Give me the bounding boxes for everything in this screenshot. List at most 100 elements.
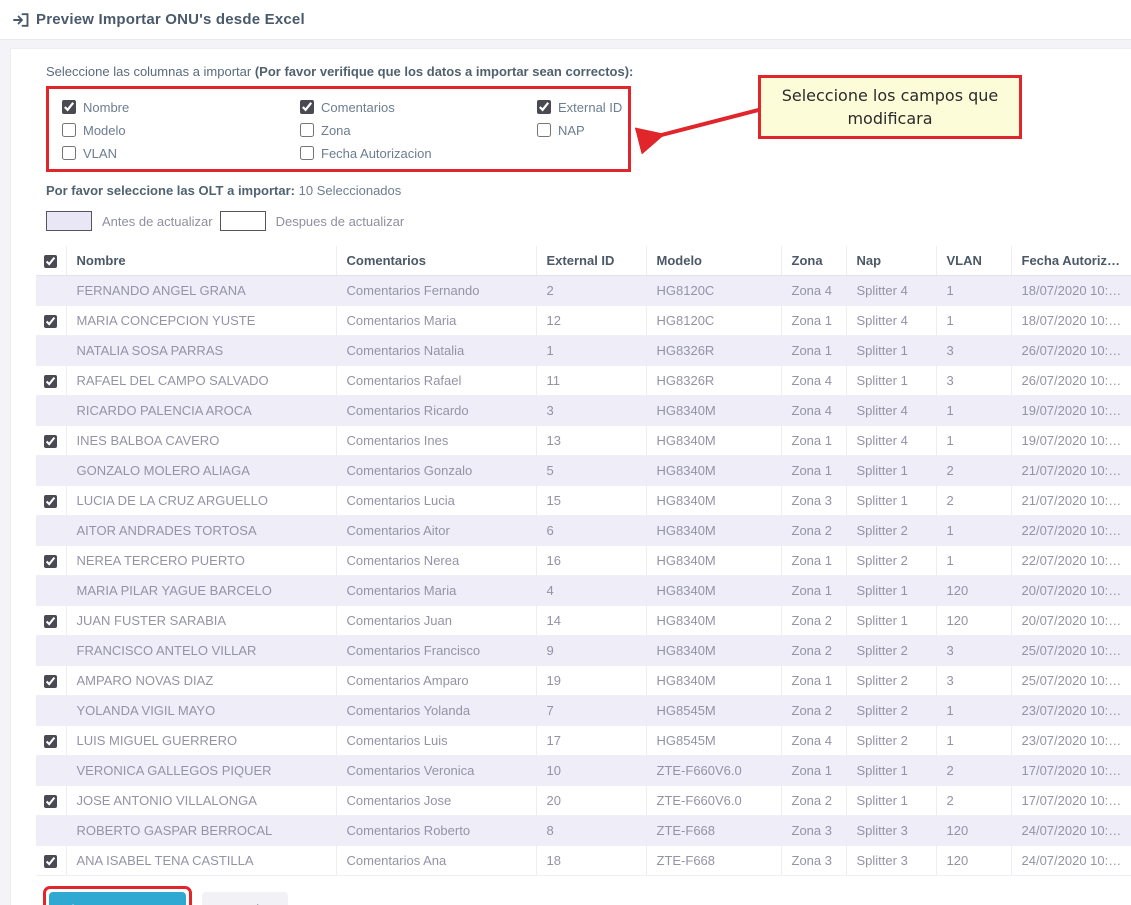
cell-comentarios: Comentarios Roberto [336, 816, 536, 846]
cell-nap: Splitter 1 [846, 456, 936, 486]
column-checkbox-zona[interactable]: Zona [300, 121, 537, 139]
row-checkbox[interactable] [44, 615, 57, 628]
row-select-cell [36, 336, 66, 366]
cell-comentarios: Comentarios Ines [336, 426, 536, 456]
table-row: VERONICA GALLEGOS PIQUERComentarios Vero… [36, 756, 1131, 786]
cell-fecha: 23/07/2020 10:32 [1011, 726, 1131, 756]
row-checkbox[interactable] [44, 435, 57, 448]
cancel-button[interactable]: Cancelar [202, 892, 288, 905]
cell-fecha: 24/07/2020 10:32 [1011, 816, 1131, 846]
content-card: Seleccione las columnas a importar (Por … [10, 48, 1131, 905]
checkbox-input[interactable] [300, 123, 314, 137]
row-select-cell[interactable] [36, 606, 66, 636]
cell-external_id: 12 [536, 306, 646, 336]
row-select-cell[interactable] [36, 846, 66, 876]
cell-modelo: HG8340M [646, 666, 781, 696]
select-all-header-cell[interactable] [36, 246, 66, 276]
column-checkbox-external-id[interactable]: External ID [537, 98, 628, 116]
checkbox-label: Comentarios [321, 100, 395, 115]
cell-nap: Splitter 1 [846, 786, 936, 816]
row-checkbox[interactable] [44, 855, 57, 868]
cell-nap: Splitter 1 [846, 756, 936, 786]
column-checkbox-vlan[interactable]: VLAN [62, 144, 300, 162]
row-checkbox[interactable] [44, 735, 57, 748]
column-checkbox-nombre[interactable]: Nombre [62, 98, 300, 116]
cell-fecha: 25/07/2020 10:32 [1011, 636, 1131, 666]
row-checkbox[interactable] [44, 675, 57, 688]
checkbox-label: Zona [321, 123, 351, 138]
row-checkbox[interactable] [44, 315, 57, 328]
cell-external_id: 16 [536, 546, 646, 576]
select-all-checkbox[interactable] [44, 255, 57, 268]
cell-nombre: LUCIA DE LA CRUZ ARGUELLO [66, 486, 336, 516]
cell-nombre: AITOR ANDRADES TORTOSA [66, 516, 336, 546]
cell-nombre: RICARDO PALENCIA AROCA [66, 396, 336, 426]
cell-external_id: 3 [536, 396, 646, 426]
checkbox-label: NAP [558, 123, 585, 138]
table-row: AITOR ANDRADES TORTOSAComentarios Aitor6… [36, 516, 1131, 546]
column-checkbox-panel: Nombre Comentarios External ID Modelo Zona NA… [46, 86, 631, 172]
checkbox-label: Modelo [83, 123, 126, 138]
cell-nombre: NEREA TERCERO PUERTO [66, 546, 336, 576]
table-header-row: NombreComentariosExternal IDModeloZonaNa… [36, 246, 1131, 276]
table-row: NATALIA SOSA PARRASComentarios Natalia1H… [36, 336, 1131, 366]
row-checkbox[interactable] [44, 375, 57, 388]
cell-modelo: HG8326R [646, 366, 781, 396]
cell-comentarios: Comentarios Juan [336, 606, 536, 636]
cell-nap: Splitter 1 [846, 366, 936, 396]
row-select-cell[interactable] [36, 426, 66, 456]
page-body: Seleccione las columnas a importar (Por … [0, 40, 1131, 905]
row-select-cell [36, 756, 66, 786]
row-checkbox[interactable] [44, 555, 57, 568]
cell-zona: Zona 4 [781, 276, 846, 306]
row-select-cell[interactable] [36, 726, 66, 756]
column-header: External ID [536, 246, 646, 276]
olt-select-line: Por favor seleccione las OLT a importar:… [46, 183, 1131, 198]
row-select-cell[interactable] [36, 486, 66, 516]
checkbox-input[interactable] [300, 146, 314, 160]
cell-comentarios: Comentarios Maria [336, 576, 536, 606]
column-checkbox-modelo[interactable]: Modelo [62, 121, 300, 139]
cell-comentarios: Comentarios Francisco [336, 636, 536, 666]
cell-external_id: 19 [536, 666, 646, 696]
checkbox-input[interactable] [62, 123, 76, 137]
cell-modelo: HG8120C [646, 276, 781, 306]
row-select-cell[interactable] [36, 366, 66, 396]
row-checkbox[interactable] [44, 795, 57, 808]
cell-vlan: 1 [936, 426, 1011, 456]
cell-comentarios: Comentarios Aitor [336, 516, 536, 546]
column-checkbox-comentarios[interactable]: Comentarios [300, 98, 537, 116]
cell-vlan: 3 [936, 336, 1011, 366]
olt-selected-count: 10 Seleccionados [299, 183, 402, 198]
cell-external_id: 17 [536, 726, 646, 756]
cell-external_id: 15 [536, 486, 646, 516]
cell-comentarios: Comentarios Maria [336, 306, 536, 336]
row-select-cell[interactable] [36, 546, 66, 576]
checkbox-input[interactable] [62, 146, 76, 160]
row-select-cell[interactable] [36, 666, 66, 696]
table-row: JOSE ANTONIO VILLALONGAComentarios Jose2… [36, 786, 1131, 816]
cell-modelo: ZTE-F668 [646, 846, 781, 876]
cell-nap: Splitter 4 [846, 396, 936, 426]
checkbox-input[interactable] [62, 100, 76, 114]
row-checkbox[interactable] [44, 495, 57, 508]
checkbox-label: VLAN [83, 146, 117, 161]
column-checkbox-fecha-autorizacion[interactable]: Fecha Autorizacion [300, 144, 537, 162]
page-title: Preview Importar ONU's desde Excel [36, 11, 305, 28]
cell-nombre: INES BALBOA CAVERO [66, 426, 336, 456]
import-onus-button[interactable]: Si, Importar ONU's [49, 892, 186, 905]
checkbox-input[interactable] [537, 100, 551, 114]
column-header: Comentarios [336, 246, 536, 276]
row-select-cell[interactable] [36, 786, 66, 816]
cell-external_id: 2 [536, 276, 646, 306]
cell-zona: Zona 3 [781, 816, 846, 846]
checkbox-input[interactable] [300, 100, 314, 114]
checkbox-input[interactable] [537, 123, 551, 137]
cell-fecha: 22/07/2020 10:32 [1011, 516, 1131, 546]
cell-vlan: 1 [936, 276, 1011, 306]
table-row: RAFAEL DEL CAMPO SALVADOComentarios Rafa… [36, 366, 1131, 396]
cell-nombre: MARIA CONCEPCION YUSTE [66, 306, 336, 336]
cell-nap: Splitter 3 [846, 816, 936, 846]
column-checkbox-nap[interactable]: NAP [537, 121, 628, 139]
row-select-cell[interactable] [36, 306, 66, 336]
